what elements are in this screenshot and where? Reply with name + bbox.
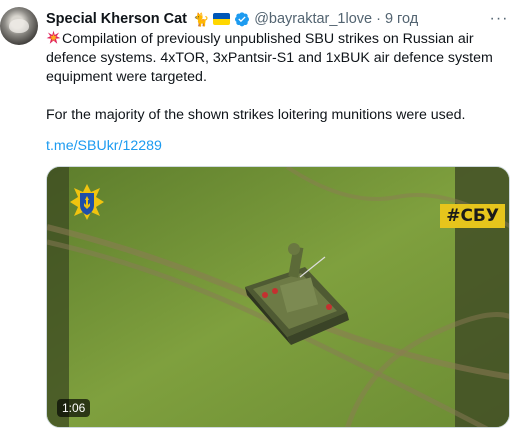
collision-icon xyxy=(46,30,61,44)
cat-emoji: 🐈 xyxy=(193,11,210,27)
hashtag-watermark: #СБУ xyxy=(440,204,505,228)
tweet-text-paragraph-2: For the majority of the shown strikes lo… xyxy=(46,107,466,123)
tweet-text-paragraph-1: Compilation of previously unpublished SB… xyxy=(46,31,493,85)
verified-badge-icon xyxy=(235,12,250,27)
more-options-icon[interactable]: ··· xyxy=(488,8,510,30)
user-handle[interactable]: @bayraktar_1love xyxy=(254,11,372,27)
tweet[interactable]: Special Kherson Cat 🐈 @bayraktar_1love ·… xyxy=(0,0,522,432)
tweet-header: Special Kherson Cat 🐈 @bayraktar_1love ·… xyxy=(46,9,418,29)
timestamp[interactable]: 9 год xyxy=(385,11,418,27)
video-player[interactable]: #СБУ 1:06 xyxy=(46,166,510,428)
display-name[interactable]: Special Kherson Cat xyxy=(46,11,187,27)
sbu-emblem-icon xyxy=(70,184,104,220)
avatar[interactable] xyxy=(0,7,38,45)
tweet-text: Compilation of previously unpublished SB… xyxy=(46,30,508,125)
separator-dot: · xyxy=(376,11,381,27)
video-duration: 1:06 xyxy=(57,399,91,417)
tweet-link[interactable]: t.me/SBUkr/12289 xyxy=(46,138,162,154)
ukraine-flag-emoji xyxy=(213,13,231,25)
